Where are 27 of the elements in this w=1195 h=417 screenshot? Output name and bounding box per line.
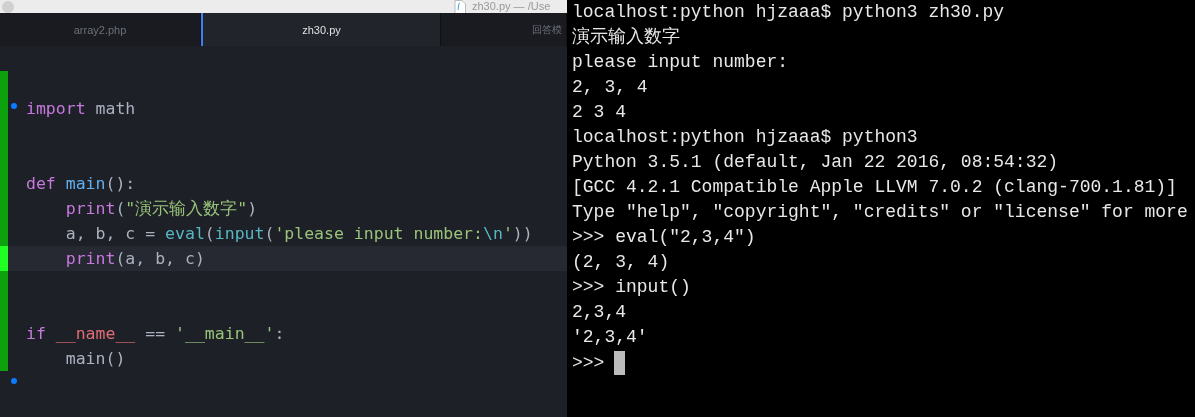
window-title: zh30.py — /Use xyxy=(472,0,551,13)
code-line: if __name__ == '__main__': xyxy=(26,324,285,343)
terminal-line: 演示输入数字 xyxy=(572,26,681,49)
terminal-line: please input number: xyxy=(572,51,790,74)
terminal-line: Type "help", "copyright", "credits" or "license" for more xyxy=(572,201,1189,224)
terminal-line: Python 3.5.1 (default, Jan 22 2016, 08:54:32) xyxy=(572,151,1060,174)
code-line: import math xyxy=(26,99,136,118)
file-icon xyxy=(454,0,466,13)
terminal-line: [GCC 4.2.1 Compatible Apple LLVM 7.0.2 (clang-700.1.81)] xyxy=(572,176,1178,199)
terminal-line: 2,3,4 xyxy=(572,301,627,324)
code-line: print("演示输入数字") xyxy=(64,197,258,220)
terminal-line: '2,3,4' xyxy=(572,326,649,349)
terminal-line: >>> eval("2,3,4") xyxy=(572,226,757,249)
terminal-line: >>> input() xyxy=(572,276,692,299)
code-line: a, b, c = eval(input('please input number:\n')) xyxy=(64,224,533,243)
terminal-prompt: >>> xyxy=(572,352,605,373)
terminal-line: localhost:python hjzaaa$ python3 xyxy=(572,126,919,149)
code-line: print(a, b, c) xyxy=(64,249,205,268)
code-line: main() xyxy=(64,349,126,368)
code-line: def main(): xyxy=(26,174,136,193)
terminal-line: 2, 3, 4 xyxy=(572,76,649,99)
window-control-icon[interactable] xyxy=(2,0,14,13)
terminal-line: 2 3 4 xyxy=(572,101,627,124)
file-tab[interactable]: zh30.py xyxy=(201,13,441,46)
text-cursor xyxy=(614,350,626,375)
terminal-line: localhost:python hjzaaa$ python3 zh30.py xyxy=(572,1,1006,24)
terminal-line: (2, 3, 4) xyxy=(572,251,671,274)
